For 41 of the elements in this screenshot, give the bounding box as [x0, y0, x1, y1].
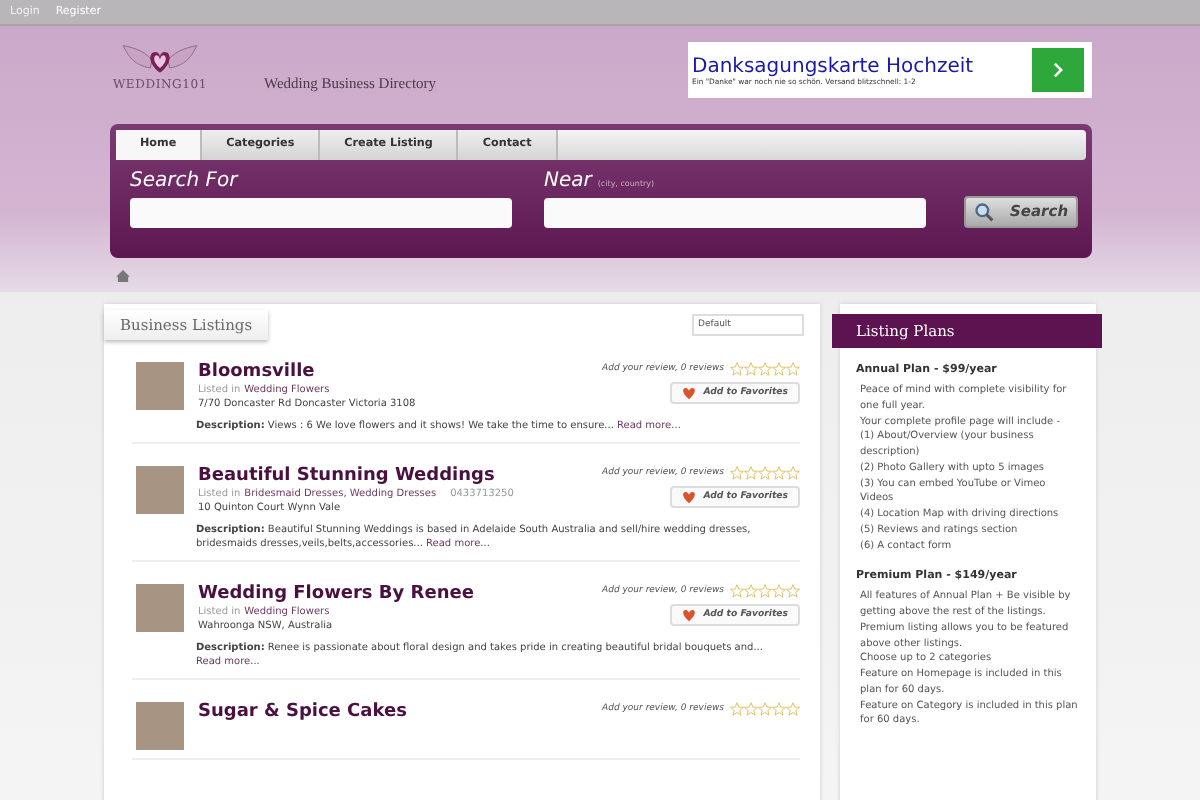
heart-icon[interactable] [681, 608, 696, 622]
star-icon[interactable] [786, 702, 800, 716]
ad-title[interactable]: Danksagungskarte Hochzeit [692, 55, 974, 77]
search-field[interactable] [130, 197, 512, 228]
star-icon[interactable] [744, 362, 758, 376]
star-icon[interactable] [758, 702, 772, 716]
photo-placeholder[interactable] [136, 362, 184, 410]
star-icon[interactable] [786, 584, 800, 598]
star-icon[interactable] [758, 584, 772, 598]
heart-icon[interactable] [681, 386, 696, 400]
search-icon[interactable] [974, 201, 994, 222]
star-icon[interactable] [730, 362, 744, 376]
ad-arrow-button[interactable] [1032, 48, 1084, 92]
search-for-label: Search For [130, 169, 241, 192]
winged-heart-icon [120, 42, 200, 78]
star-icon[interactable] [772, 584, 786, 598]
star-icon[interactable] [730, 702, 744, 716]
chevron-right-icon[interactable] [1050, 62, 1066, 78]
listing-title[interactable]: Beautiful Stunning Weddings [198, 466, 589, 486]
star-icon[interactable] [786, 466, 800, 480]
listing-title[interactable]: Bloomsville [198, 362, 589, 382]
star-icon[interactable] [772, 702, 786, 716]
star-icon[interactable] [772, 362, 786, 376]
star-icon[interactable] [744, 702, 758, 716]
star-icon[interactable] [744, 584, 758, 598]
listing-title[interactable]: Wedding Flowers By Renee [198, 584, 589, 604]
heart-icon[interactable] [681, 490, 696, 504]
location-field[interactable] [544, 197, 926, 228]
star-icon[interactable] [730, 584, 744, 598]
star-icon[interactable] [744, 466, 758, 480]
photo-placeholder[interactable] [136, 584, 184, 632]
star-icon[interactable] [730, 466, 744, 480]
star-icon[interactable] [786, 362, 800, 376]
star-icon[interactable] [758, 362, 772, 376]
star-icon[interactable] [772, 466, 786, 480]
star-icon[interactable] [758, 466, 772, 480]
near-label: Near [544, 169, 592, 192]
home-icon[interactable] [116, 270, 130, 283]
photo-placeholder[interactable] [136, 466, 184, 514]
photo-placeholder[interactable] [136, 702, 184, 750]
listing-title[interactable]: Sugar & Spice Cakes [198, 702, 589, 722]
